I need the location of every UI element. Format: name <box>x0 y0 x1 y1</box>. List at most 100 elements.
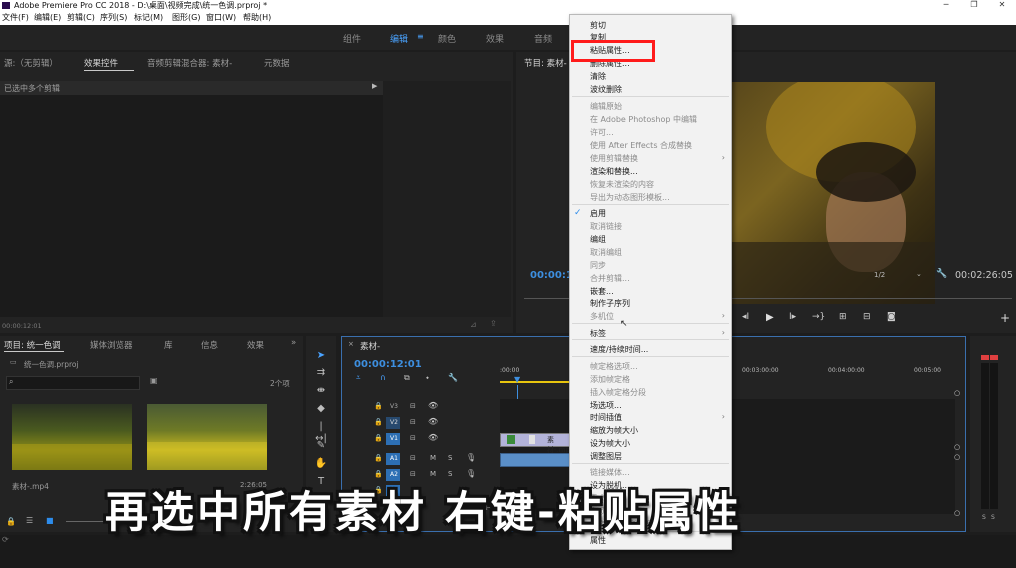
wrench-icon[interactable]: 🔧 <box>936 269 947 279</box>
context-menu-item[interactable]: 启用 <box>590 208 606 219</box>
track-select-tool-icon[interactable]: ⇉ <box>314 367 328 379</box>
linked-selection-icon[interactable]: ⧉ <box>404 373 410 383</box>
lock-track-icon[interactable]: 🔒 <box>374 402 383 410</box>
lift-icon[interactable]: ⊞ <box>839 312 847 322</box>
solo-left[interactable]: S <box>982 514 986 521</box>
work-area-bar[interactable] <box>500 381 570 383</box>
context-menu-item[interactable]: 波纹删除 <box>590 84 622 95</box>
track-label-v3[interactable]: V3 <box>390 403 398 410</box>
context-menu-item[interactable]: 编组 <box>590 234 606 245</box>
context-menu-item[interactable]: 速度/持续时间... <box>590 344 648 355</box>
context-menu-item[interactable]: 帧定格选项... <box>590 361 638 372</box>
context-menu-item[interactable]: 多机位 <box>590 311 614 322</box>
context-menu-item[interactable]: 恢复未渲染的内容 <box>590 179 654 190</box>
pen-tool-icon[interactable]: ✎ <box>314 440 328 452</box>
sync-lock-icon[interactable]: ⊟ <box>410 454 416 462</box>
solo-right[interactable]: S <box>991 514 995 521</box>
timeline-tab[interactable]: 素材- <box>360 340 380 352</box>
tab-library[interactable]: 库 <box>164 339 173 351</box>
snap-icon[interactable]: ⩡ <box>356 373 361 383</box>
tab-metadata[interactable]: 元数据 <box>264 57 290 69</box>
export-icon[interactable]: ⇪ <box>490 319 497 328</box>
scroll-handle-end[interactable]: ○ <box>954 509 960 517</box>
razor-tool-icon[interactable]: ◆ <box>314 403 328 415</box>
scroll-handle-mid[interactable]: ○ <box>954 443 960 451</box>
workspace-audio[interactable]: 音频 <box>534 32 552 45</box>
menu-sequence[interactable]: 序列(S) <box>100 11 127 25</box>
context-menu-item[interactable]: 时间插值 <box>590 412 622 423</box>
tab-project[interactable]: 项目: 统一色调 <box>4 339 61 351</box>
restore-icon[interactable]: ❐ <box>960 0 988 11</box>
context-menu-item[interactable]: 导出为动态图形模板... <box>590 192 670 203</box>
context-menu-item[interactable]: 同步 <box>590 260 606 271</box>
minimize-icon[interactable]: ─ <box>932 0 960 11</box>
eye-icon[interactable]: 👁 <box>428 433 438 442</box>
close-icon[interactable]: ✕ <box>988 0 1016 11</box>
lock-track-icon[interactable]: 🔒 <box>374 434 383 442</box>
eye-icon[interactable]: 👁 <box>428 401 438 410</box>
tab-effect-controls[interactable]: 效果控件 <box>84 57 118 69</box>
step-back-icon[interactable]: ◂I <box>742 312 749 322</box>
scroll-handle-bottom[interactable]: ○ <box>954 453 960 461</box>
menu-edit[interactable]: 编辑(E) <box>34 11 61 25</box>
context-menu-item[interactable]: 清除 <box>590 71 606 82</box>
clip-thumbnail-1[interactable] <box>12 404 132 470</box>
context-menu-item[interactable]: 许可... <box>590 127 614 138</box>
selection-tool-icon[interactable]: ➤ <box>314 350 328 362</box>
workspace-color[interactable]: 颜色 <box>438 32 456 45</box>
audio-clip[interactable] <box>500 453 570 467</box>
hand-tool-icon[interactable]: ✋ <box>314 458 328 470</box>
track-label-v1[interactable]: V1 <box>390 435 398 442</box>
step-forward-icon[interactable]: I▸ <box>789 312 796 322</box>
settings-wrench-icon[interactable]: 🔧 <box>448 373 458 382</box>
program-title[interactable]: 节目: 素材- <box>524 57 567 69</box>
icon-view-icon[interactable]: ■ <box>46 516 54 525</box>
add-button-icon[interactable]: + <box>1000 311 1010 325</box>
sync-lock-icon[interactable]: ⊟ <box>410 470 416 478</box>
mic-icon[interactable]: 🎙 <box>466 469 476 478</box>
scroll-handle-top[interactable]: ○ <box>954 389 960 397</box>
search-input[interactable]: ⌕ <box>6 376 140 390</box>
solo-button[interactable]: S <box>448 454 452 462</box>
extract-icon[interactable]: ⊟ <box>863 312 871 322</box>
context-menu-item[interactable]: 剪切 <box>590 20 606 31</box>
mute-button[interactable]: M <box>430 470 436 478</box>
chevron-down-icon[interactable]: ⌄ <box>916 270 922 278</box>
play-only-icon[interactable]: ▶ <box>372 82 377 90</box>
context-menu-item[interactable]: 链接媒体... <box>590 467 630 478</box>
context-menu-item[interactable]: 使用剪辑替换 <box>590 153 638 164</box>
more-tabs-icon[interactable]: » <box>291 338 296 348</box>
sync-lock-icon[interactable]: ⊟ <box>410 402 416 410</box>
solo-button[interactable]: S <box>448 470 452 478</box>
sync-lock-icon[interactable]: ⊟ <box>410 418 416 426</box>
workspace-assembly[interactable]: 组件 <box>343 32 361 45</box>
mute-button[interactable]: M <box>430 454 436 462</box>
playhead-icon[interactable]: ▼ <box>514 375 520 384</box>
list-view-icon[interactable]: ☰ <box>26 516 33 525</box>
lock-track-icon[interactable]: 🔒 <box>374 470 383 478</box>
ripple-edit-tool-icon[interactable]: ⇼ <box>314 385 328 397</box>
context-menu-item[interactable]: 取消链接 <box>590 221 622 232</box>
clip-thumbnail-2[interactable] <box>147 404 267 470</box>
menu-file[interactable]: 文件(F) <box>2 11 29 25</box>
context-menu-item[interactable]: 取消编组 <box>590 247 622 258</box>
workspace-effects[interactable]: 效果 <box>486 32 504 45</box>
lock-track-icon[interactable]: 🔒 <box>374 454 383 462</box>
context-menu-item[interactable]: 场选项... <box>590 400 622 411</box>
lock-track-icon[interactable]: 🔒 <box>374 418 383 426</box>
context-menu-item[interactable]: 合并剪辑... <box>590 273 630 284</box>
tab-info[interactable]: 信息 <box>201 339 218 351</box>
lock-icon[interactable]: 🔒 <box>6 517 16 526</box>
menu-marker[interactable]: 标记(M) <box>134 11 163 25</box>
context-menu-item[interactable]: 编辑原始 <box>590 101 622 112</box>
add-marker-icon[interactable]: ⬩ <box>426 373 429 383</box>
menu-graphics[interactable]: 图形(G) <box>172 11 200 25</box>
camera-icon[interactable]: ◙ <box>887 312 896 322</box>
track-label-a2[interactable]: A2 <box>390 471 398 478</box>
menu-window[interactable]: 窗口(W) <box>206 11 236 25</box>
new-bin-icon[interactable]: ▣ <box>150 376 158 385</box>
track-label-v2[interactable]: V2 <box>390 419 398 426</box>
menu-clip[interactable]: 剪辑(C) <box>67 11 95 25</box>
context-menu-item[interactable]: 插入帧定格分段 <box>590 387 646 398</box>
timeline-timecode[interactable]: 00:00:12:01 <box>354 359 422 370</box>
